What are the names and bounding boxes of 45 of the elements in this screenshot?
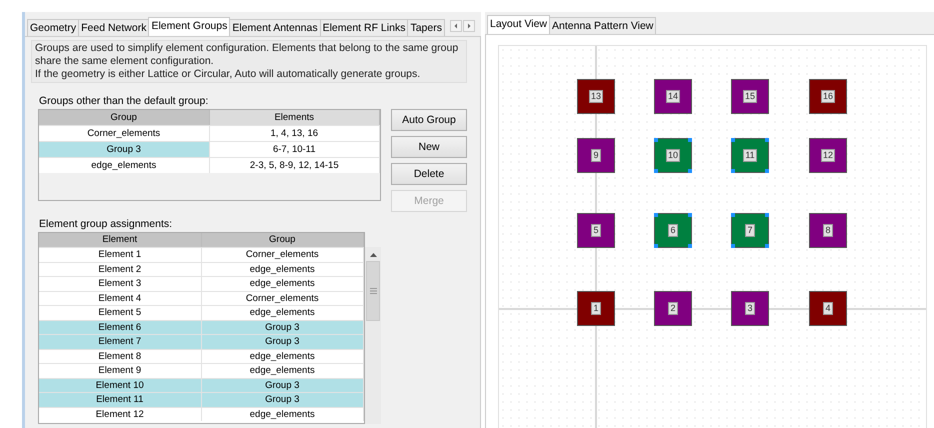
array-element[interactable]: 2	[654, 291, 692, 326]
tab[interactable]: Geometry	[27, 19, 80, 36]
tab[interactable]: Feed Network	[78, 19, 150, 36]
array-element[interactable]: 5	[577, 213, 615, 248]
column-header[interactable]: Group	[202, 233, 364, 247]
action-button[interactable]: Delete	[391, 163, 467, 185]
array-element[interactable]: 9	[577, 138, 615, 173]
section-label: Groups other than the default group:	[39, 95, 208, 107]
description-text: Groups are used to simplify element configuration. Elements that belong to the same group share the same element configuration.	[35, 42, 460, 68]
tab[interactable]: Element Groups	[148, 17, 230, 36]
table-cell[interactable]: edge_elements	[202, 408, 364, 421]
array-element[interactable]: 12	[809, 138, 847, 173]
column-header[interactable]: Group	[39, 110, 210, 125]
scroll-thumb[interactable]	[366, 261, 380, 321]
scroll-right-icon[interactable]	[463, 20, 475, 32]
tab[interactable]: Element Antennas	[229, 19, 321, 36]
table-cell[interactable]: 2-3, 5, 8-9, 12, 14-15	[210, 158, 380, 173]
array-element[interactable]: 7	[731, 213, 769, 248]
scrollbar[interactable]	[365, 247, 381, 424]
array-element[interactable]: 6	[654, 213, 692, 248]
table-cell[interactable]: Element 12	[39, 408, 202, 421]
table-cell[interactable]: edge_elements	[39, 158, 210, 173]
description-text: If the geometry is either Lattice or Circular, Auto will automatically generate groups.	[35, 68, 422, 81]
array-element[interactable]: 4	[809, 291, 847, 326]
tab[interactable]: Antenna Pattern View	[549, 17, 656, 34]
array-element[interactable]: 1	[577, 291, 615, 326]
section-label: Element group assignments:	[39, 218, 172, 230]
array-element[interactable]: 8	[809, 213, 847, 248]
array-element[interactable]: 13	[577, 79, 615, 114]
tab[interactable]: Tapers	[407, 19, 445, 36]
array-element[interactable]: 3	[731, 291, 769, 326]
scroll-left-icon[interactable]	[450, 20, 462, 32]
scroll-up-icon[interactable]	[370, 252, 376, 257]
tab[interactable]: Layout View	[487, 15, 550, 34]
array-element[interactable]: 15	[731, 79, 769, 114]
action-button[interactable]: Auto Group	[391, 109, 467, 131]
tab[interactable]: Element RF Links	[320, 19, 408, 36]
array-element[interactable]: 10	[654, 138, 692, 173]
column-header[interactable]: Elements	[210, 110, 380, 125]
array-element[interactable]: 14	[654, 79, 692, 114]
array-element[interactable]: 11	[731, 138, 769, 173]
action-button[interactable]: New	[391, 136, 467, 158]
table-cell[interactable]: Group 3	[39, 142, 210, 157]
array-element[interactable]: 16	[809, 79, 847, 114]
column-header[interactable]: Element	[39, 233, 202, 247]
